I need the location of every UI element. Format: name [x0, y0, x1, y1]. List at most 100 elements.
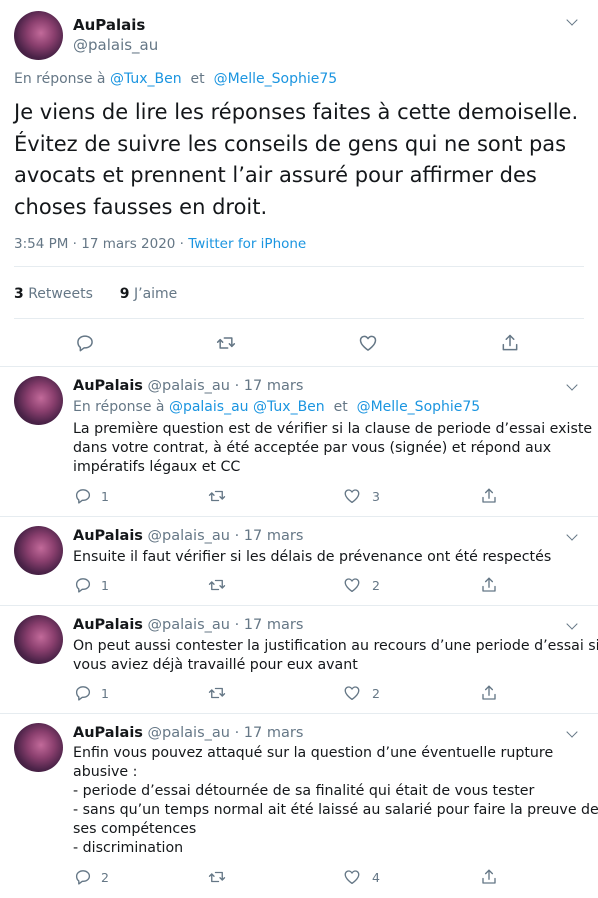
tweet-date[interactable]: · 17 mars: [235, 725, 304, 741]
author-handle[interactable]: @palais_au: [148, 378, 230, 394]
avatar[interactable]: [14, 11, 63, 60]
share-icon[interactable]: [480, 684, 498, 702]
reply-tweet[interactable]: AuPalais @palais_au · 17 mars En réponse…: [0, 367, 598, 516]
tweet-text-line: abusive :: [73, 764, 138, 780]
share-icon[interactable]: [500, 333, 520, 353]
reply-count: 2: [101, 870, 109, 885]
tweet-date[interactable]: · 17 mars: [235, 617, 304, 633]
chevron-down-icon[interactable]: [566, 618, 578, 630]
tweet-text: La première question est de vérifier si …: [73, 420, 593, 477]
tweet-date[interactable]: · 17 mars: [235, 378, 304, 394]
tweet-text: Enfin vous pouvez attaqué sur la questio…: [73, 744, 598, 858]
reply-prefix: En réponse à: [73, 399, 165, 415]
tweet-meta: 3:54 PM · 17 mars 2020 · Twitter for iPh…: [14, 236, 306, 252]
tweet-actions: 1 3: [0, 487, 598, 507]
chevron-down-icon[interactable]: [566, 529, 578, 541]
reply-count: 1: [101, 489, 109, 504]
share-icon[interactable]: [480, 487, 498, 505]
heart-icon[interactable]: [343, 684, 361, 702]
reply-icon[interactable]: [75, 333, 95, 353]
reply-header: AuPalais @palais_au · 17 mars: [73, 528, 303, 544]
tweet-text-line: Enfin vous pouvez attaqué sur la questio…: [73, 745, 554, 761]
avatar[interactable]: [14, 723, 63, 772]
heart-icon[interactable]: [343, 487, 361, 505]
chevron-down-icon[interactable]: [566, 379, 578, 391]
heart-icon[interactable]: [358, 333, 378, 353]
reply-context: En réponse à @Tux_Ben et @Melle_Sophie75: [14, 71, 337, 87]
like-count: 4: [372, 870, 380, 885]
retweet-icon[interactable]: [208, 868, 226, 886]
tweet-date[interactable]: · 17 mars: [235, 528, 304, 544]
retweets-label: Retweets: [28, 286, 93, 302]
avatar[interactable]: [14, 526, 63, 575]
heart-icon[interactable]: [343, 868, 361, 886]
tweet-text-line: ses compétences: [73, 821, 197, 837]
retweet-icon[interactable]: [208, 576, 226, 594]
tweet-text-line: impératifs légaux et CC: [73, 459, 241, 475]
mention-link[interactable]: @Tux_Ben: [253, 399, 325, 415]
mention-link[interactable]: @palais_au: [169, 399, 249, 415]
author-name[interactable]: AuPalais: [73, 725, 143, 741]
author-handle[interactable]: @palais_au: [148, 725, 230, 741]
tweet-text-line: La première question est de vérifier si …: [73, 421, 593, 437]
reply-count: 1: [101, 686, 109, 701]
reply-header: AuPalais @palais_au · 17 mars: [73, 725, 303, 741]
reply-joiner: et: [190, 71, 205, 87]
author-name[interactable]: AuPalais: [73, 378, 143, 394]
reply-tweet[interactable]: AuPalais @palais_au · 17 mars Enfin vous…: [0, 714, 598, 898]
avatar[interactable]: [14, 615, 63, 664]
author-name[interactable]: AuPalais: [73, 617, 143, 633]
reply-prefix: En réponse à: [14, 71, 106, 87]
share-icon[interactable]: [480, 576, 498, 594]
tweet-timestamp[interactable]: 3:54 PM · 17 mars 2020 ·: [14, 236, 184, 252]
retweet-icon[interactable]: [216, 333, 236, 353]
author-handle[interactable]: @palais_au: [148, 528, 230, 544]
tweet-source[interactable]: Twitter for iPhone: [188, 236, 306, 252]
tweet-stats: 3 Retweets 9 J’aime: [14, 286, 177, 302]
reply-context: En réponse à @palais_au @Tux_Ben et @Mel…: [73, 399, 480, 415]
heart-icon[interactable]: [343, 576, 361, 594]
tweet-text-line: - sans qu’un temps normal ait été laissé…: [73, 802, 598, 818]
author-handle[interactable]: @palais_au: [148, 617, 230, 633]
share-icon[interactable]: [480, 868, 498, 886]
likes-stat[interactable]: 9 J’aime: [120, 286, 178, 302]
likes-count: 9: [119, 286, 130, 302]
tweet-text-line: Je viens de lire les réponses faites à c…: [14, 100, 579, 124]
reply-icon[interactable]: [74, 684, 92, 702]
main-tweet: AuPalais @palais_au En réponse à @Tux_Be…: [0, 0, 598, 367]
like-count: 2: [372, 578, 380, 593]
divider: [14, 266, 584, 267]
reply-tweet[interactable]: AuPalais @palais_au · 17 mars On peut au…: [0, 606, 598, 713]
mention-link[interactable]: @Tux_Ben: [110, 71, 182, 87]
mention-link[interactable]: @Melle_Sophie75: [214, 71, 338, 87]
avatar[interactable]: [14, 376, 63, 425]
tweet-actions: 1 2: [0, 684, 598, 704]
reply-count: 1: [101, 578, 109, 593]
reply-joiner: et: [333, 399, 348, 415]
tweet-text: On peut aussi contester la justification…: [73, 637, 598, 675]
tweet-text: Je viens de lire les réponses faites à c…: [14, 97, 582, 223]
tweet-actions: [0, 332, 598, 354]
tweet-text: Ensuite il faut vérifier si les délais d…: [73, 548, 583, 567]
retweets-stat[interactable]: 3 Retweets: [14, 286, 97, 302]
retweet-icon[interactable]: [208, 487, 226, 505]
reply-tweet[interactable]: AuPalais @palais_au · 17 mars Ensuite il…: [0, 517, 598, 605]
reply-icon[interactable]: [74, 576, 92, 594]
mention-link[interactable]: @Melle_Sophie75: [357, 399, 481, 415]
tweet-actions: 1 2: [0, 576, 598, 596]
author-handle[interactable]: @palais_au: [73, 36, 158, 54]
reply-icon[interactable]: [74, 487, 92, 505]
author-name[interactable]: AuPalais: [73, 16, 145, 34]
reply-header: AuPalais @palais_au · 17 mars: [73, 617, 303, 633]
author-name[interactable]: AuPalais: [73, 528, 143, 544]
retweets-count: 3: [14, 286, 24, 302]
tweet-text-line: On peut aussi contester la justification…: [73, 638, 598, 654]
tweet-text-line: avocats et prennent l’air assuré pour af…: [14, 163, 537, 187]
reply-icon[interactable]: [74, 868, 92, 886]
reply-header: AuPalais @palais_au · 17 mars: [73, 378, 303, 394]
retweet-icon[interactable]: [208, 684, 226, 702]
tweet-text-line: - discrimination: [73, 840, 184, 856]
chevron-down-icon[interactable]: [566, 726, 578, 738]
chevron-down-icon[interactable]: [566, 14, 578, 26]
tweet-text-line: dans votre contrat, à été acceptée par v…: [73, 440, 552, 456]
